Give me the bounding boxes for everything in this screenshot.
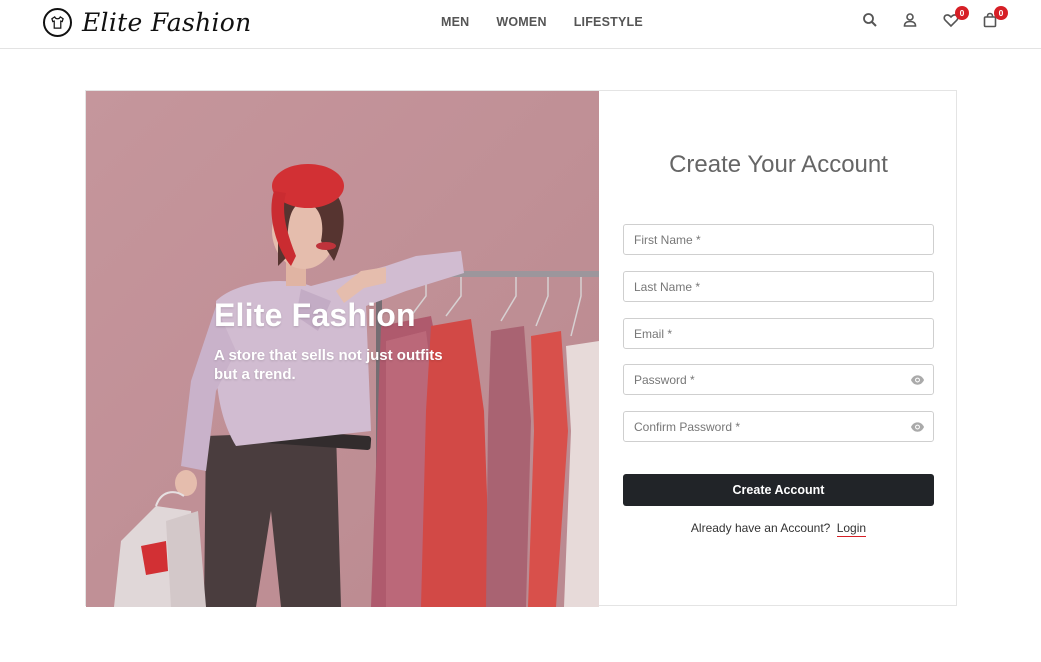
cart-count-badge: 0 — [994, 6, 1008, 20]
email-input[interactable] — [624, 319, 933, 348]
login-prompt-text: Already have an Account? — [690, 521, 831, 535]
password-field[interactable] — [623, 364, 934, 395]
wishlist-button[interactable]: 0 — [941, 6, 969, 30]
login-link[interactable]: Login — [836, 521, 867, 537]
signup-form: Create Your Account Create Account Alrea… — [599, 91, 958, 607]
email-field[interactable] — [623, 318, 934, 349]
show-confirm-password-eye-icon[interactable] — [910, 420, 925, 434]
nav-lifestyle[interactable]: LIFESTYLE — [574, 15, 643, 29]
cart-button[interactable]: 0 — [980, 6, 1008, 30]
site-header: Elite Fashion MEN WOMEN LIFESTYLE 0 0 — [0, 0, 1041, 49]
nav-women[interactable]: WOMEN — [496, 15, 546, 29]
form-title: Create Your Account — [669, 151, 888, 178]
confirm-password-input[interactable] — [624, 412, 933, 441]
create-account-button[interactable]: Create Account — [623, 474, 934, 506]
hero-title: Elite Fashion — [214, 297, 416, 333]
login-prompt-row: Already have an Account? Login — [599, 521, 958, 537]
signup-card: Elite Fashion A store that sells not jus… — [85, 90, 958, 607]
brand-name: Elite Fashion — [82, 8, 252, 37]
hero-panel: Elite Fashion A store that sells not jus… — [86, 91, 599, 607]
last-name-field[interactable] — [623, 271, 934, 302]
brand-logo[interactable]: Elite Fashion — [43, 8, 252, 37]
shirt-logo-icon — [43, 8, 72, 37]
wishlist-count-badge: 0 — [955, 6, 969, 20]
hero-subtitle: A store that sells not just outfits but … — [214, 347, 443, 383]
main-nav: MEN WOMEN LIFESTYLE — [441, 15, 643, 29]
first-name-input[interactable] — [624, 225, 933, 254]
last-name-input[interactable] — [624, 272, 933, 301]
search-icon[interactable] — [860, 10, 880, 30]
user-icon[interactable] — [900, 10, 920, 30]
confirm-password-field[interactable] — [623, 411, 934, 442]
nav-men[interactable]: MEN — [441, 15, 469, 29]
show-password-eye-icon[interactable] — [910, 373, 925, 387]
first-name-field[interactable] — [623, 224, 934, 255]
password-input[interactable] — [624, 365, 933, 394]
